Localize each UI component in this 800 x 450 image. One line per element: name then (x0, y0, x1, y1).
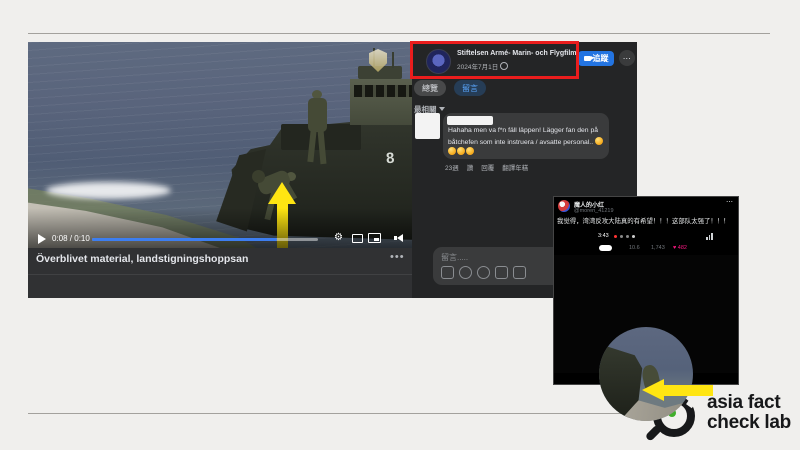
follow-button[interactable]: 追蹤 (578, 51, 614, 66)
comment-bubble: Hahaha men va f*n fäll läppen! Lägger fa… (443, 113, 609, 159)
media-badge (599, 245, 612, 251)
comment-text: båtchefen som inte instruera / avsatte p… (448, 137, 604, 146)
comment-text: Hahaha men va f*n fäll läppen! Lägger fa… (448, 127, 598, 134)
magnifier-handle (645, 424, 663, 442)
more-icon[interactable]: ⋯ (726, 198, 733, 206)
x-post-screenshot: 魔人的小红 @moren_41219 ⋯ 我觉得，湾湾反攻大陆真的有希望！！！这… (553, 196, 739, 385)
scrubber-dot (632, 235, 635, 238)
more-icon[interactable]: ••• (390, 251, 405, 263)
x-reply-count[interactable]: 10.6 (629, 245, 640, 251)
settings-gear-icon[interactable]: ⚙ (334, 232, 343, 243)
top-divider (28, 33, 770, 34)
comment-translate-link[interactable]: 翻譯年糕 (502, 165, 528, 172)
video-action-bar: 讚 留言 分享 20 · 2則留言 · 6,263次觀看 (28, 274, 412, 299)
tab-overview[interactable]: 總覽 (414, 80, 446, 96)
chevron-down-icon (439, 107, 445, 111)
x-like-count[interactable]: ♥ 482 (673, 245, 687, 251)
fact-check-graphic: 8 (0, 0, 800, 450)
video-timestamp: 0:08 / 0:10 (52, 234, 90, 243)
commenter-avatar-blurred (415, 113, 440, 139)
sweat-smile-emoji-icon (457, 147, 465, 155)
cabin-windows (354, 85, 412, 97)
video-title: Överblivet material, landstigningshoppsa… (36, 253, 376, 265)
scrubber-dot (614, 235, 617, 238)
comment-meta-row: 23週 讚回覆 翻譯年糕 (445, 162, 536, 172)
comment-like-link[interactable]: 讚 (467, 165, 474, 172)
comment-age: 23週 (445, 165, 459, 172)
x-repost-count[interactable]: 1,743 (651, 245, 665, 251)
cast-icon[interactable] (352, 234, 363, 243)
red-highlight-box (410, 41, 579, 79)
facebook-screenshot: 8 (28, 42, 637, 298)
image-icon[interactable] (441, 266, 454, 279)
x-video-duration: 3:43 (598, 233, 609, 239)
x-avatar[interactable] (558, 200, 570, 212)
scrubber-dot (620, 235, 623, 238)
comment-reply-link[interactable]: 回覆 (481, 165, 494, 172)
wave-foam (46, 182, 171, 199)
video-frame[interactable]: 8 (28, 42, 412, 248)
pip-icon[interactable] (368, 233, 381, 243)
commenter-name-blurred (447, 116, 493, 125)
rofl-emoji-icon (466, 147, 474, 155)
tab-comments[interactable]: 留言 (454, 80, 486, 96)
play-icon[interactable] (38, 234, 46, 244)
sweat-smile-emoji-icon (595, 137, 603, 145)
composer-icons (441, 266, 526, 279)
afcl-wordmark: asia fact check lab (707, 393, 791, 433)
x-handle: @moren_41219 (574, 208, 614, 214)
sticker-icon[interactable] (513, 266, 526, 279)
soldier-standing (300, 90, 334, 185)
bottom-divider (28, 413, 650, 414)
more-button[interactable]: ⋯ (619, 50, 635, 66)
emoji-icon[interactable] (477, 266, 490, 279)
video-camera-icon (584, 56, 591, 61)
camera-icon[interactable] (495, 266, 508, 279)
progress-bar[interactable] (92, 238, 318, 241)
scrubber-dot (626, 235, 629, 238)
rofl-emoji-icon (448, 147, 456, 155)
antenna-mast (392, 52, 394, 68)
progress-fill (92, 238, 277, 241)
x-post-text: 我觉得，湾湾反攻大陆真的有希望！！！这部队太强了！！！ (557, 216, 735, 225)
views-bars-icon (706, 233, 713, 240)
facebook-video-column: 8 (28, 42, 412, 298)
x-video-circle-frame (599, 327, 693, 421)
hull-number: 8 (385, 150, 395, 168)
volume-icon[interactable] (397, 234, 403, 242)
avatar-sticker-icon[interactable] (459, 266, 472, 279)
comment-emoji-row (448, 147, 475, 156)
composer-placeholder: 留言..... (441, 252, 468, 263)
x-video-area[interactable] (554, 255, 738, 373)
